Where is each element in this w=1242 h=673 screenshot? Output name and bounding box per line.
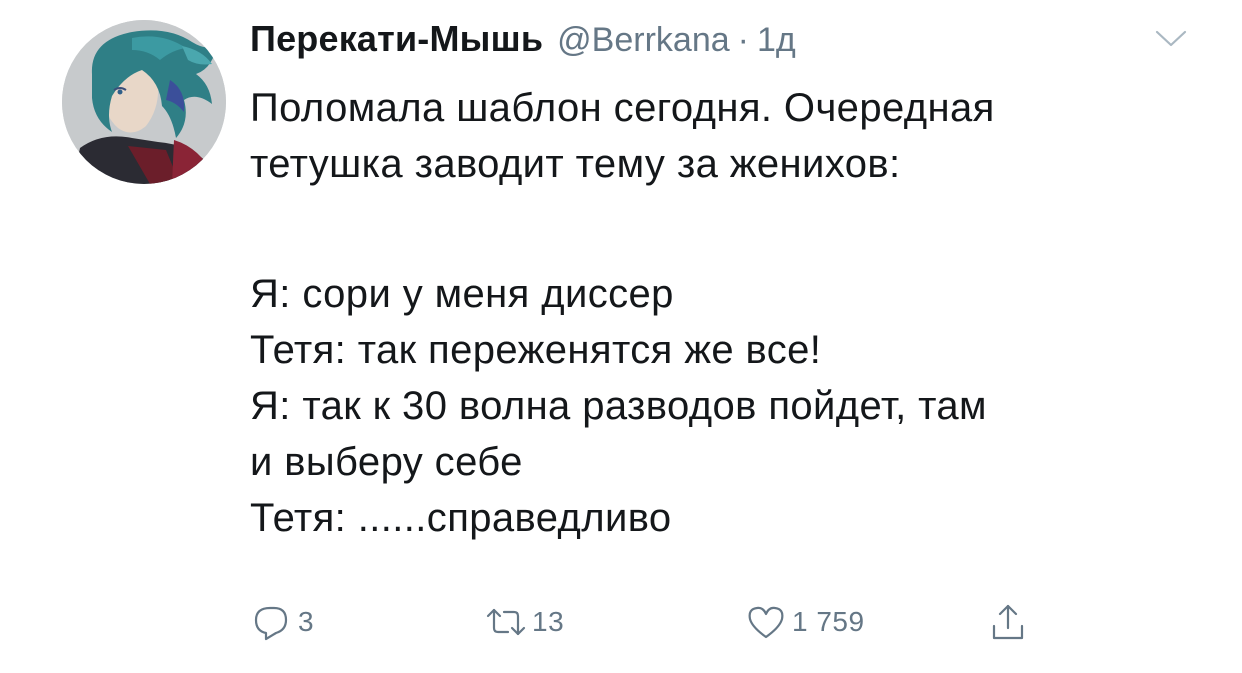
tweet-header: Перекати-Мышь @Berrkana · 1д [250, 18, 796, 68]
separator-dot: · [737, 21, 749, 59]
tweet-actions: 3 13 1 759 [250, 594, 1210, 650]
tweet-text-line: Я: сори у меня диссер [250, 272, 674, 316]
retweet-icon [484, 600, 528, 644]
tweet[interactable]: Перекати-Мышь @Berrkana · 1д Поломала ша… [0, 0, 1242, 673]
reply-button[interactable]: 3 [250, 594, 314, 650]
share-icon [986, 600, 1030, 644]
tweet-text-line: Тетя: ......справедливо [250, 496, 672, 540]
tweet-text-line: Поломала шаблон сегодня. Очередная [250, 86, 995, 130]
tweet-text-line: и выберу себе [250, 440, 523, 484]
reply-count: 3 [298, 606, 315, 637]
avatar[interactable] [62, 20, 226, 184]
display-name[interactable]: Перекати-Мышь [250, 18, 543, 60]
timestamp[interactable]: 1д [757, 21, 796, 60]
like-count: 1 759 [792, 606, 865, 637]
tweet-text-line: тетушка заводит тему за женихов: [250, 142, 901, 186]
heart-icon [744, 600, 788, 644]
like-button[interactable]: 1 759 [744, 594, 865, 650]
reply-icon [250, 600, 294, 644]
user-handle[interactable]: @Berrkana [557, 21, 729, 60]
avatar-image [62, 20, 226, 184]
retweet-button[interactable]: 13 [484, 594, 564, 650]
tweet-text-line: Я: так к 30 волна разводов пойдет, там [250, 384, 987, 428]
share-button[interactable] [986, 594, 1030, 650]
chevron-down-icon[interactable] [1154, 28, 1188, 50]
tweet-text-line: Тетя: так переженятся же все! [250, 328, 822, 372]
retweet-count: 13 [532, 606, 565, 637]
tweet-text: Поломала шаблон сегодня. Очередная тетуш… [250, 80, 1210, 546]
